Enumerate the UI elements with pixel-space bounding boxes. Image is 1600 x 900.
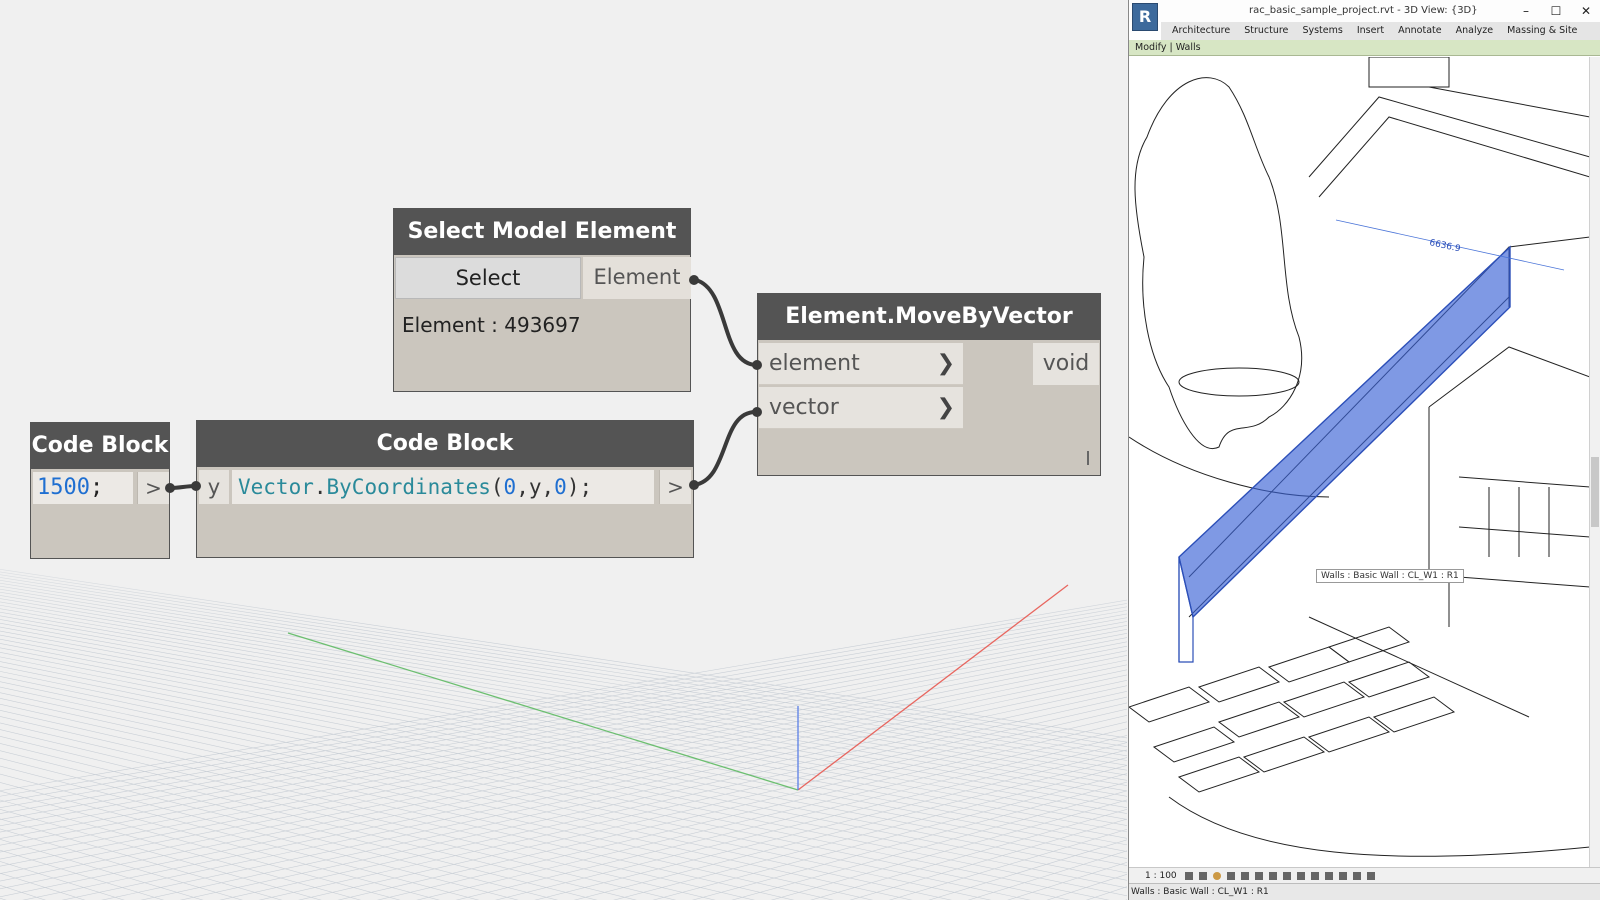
title-bar: rac_basic_sample_project.rvt - 3D View: … (1129, 0, 1600, 22)
tab-structure[interactable]: Structure (1244, 25, 1288, 36)
view-control-bar: 1 : 100 (1129, 867, 1600, 883)
tree-base (1178, 367, 1300, 397)
bench-group (1129, 626, 1456, 793)
context-tab-modify-walls[interactable]: Modify | Walls (1129, 40, 1600, 56)
revit-logo-icon[interactable]: R (1132, 3, 1158, 31)
tab-systems[interactable]: Systems (1302, 25, 1342, 36)
minimize-button[interactable]: – (1511, 0, 1541, 22)
window-title: rac_basic_sample_project.rvt - 3D View: … (1249, 5, 1478, 16)
close-button[interactable]: ✕ (1571, 0, 1600, 22)
vertical-scrollbar[interactable] (1589, 57, 1600, 867)
tab-insert[interactable]: Insert (1357, 25, 1384, 36)
tab-architecture[interactable]: Architecture (1172, 25, 1230, 36)
port-connectors (165, 275, 762, 493)
element-tooltip: Walls : Basic Wall : CL_W1 : R1 (1316, 569, 1464, 583)
tab-analyze[interactable]: Analyze (1456, 25, 1493, 36)
view-control-icons[interactable] (1185, 871, 1395, 881)
maximize-button[interactable]: ☐ (1541, 0, 1571, 22)
revit-window[interactable]: rac_basic_sample_project.rvt - 3D View: … (1128, 0, 1600, 900)
tab-annotate[interactable]: Annotate (1398, 25, 1441, 36)
tab-massing-site[interactable]: Massing & Site (1507, 25, 1577, 36)
view-scale[interactable]: 1 : 100 (1145, 868, 1177, 884)
dimension-label: 6636.9 (1428, 238, 1461, 254)
status-bar: Walls : Basic Wall : CL_W1 : R1 (1129, 883, 1600, 900)
scrollbar-thumb[interactable] (1591, 457, 1599, 527)
building-model-drawing: 6636.9 (1129, 56, 1591, 857)
3d-view-viewport[interactable]: 6636.9 Walls : Basic Wall : CL_W1 : R1 (1129, 56, 1591, 867)
ribbon-tabs: Architecture Structure Systems Insert An… (1161, 22, 1600, 40)
dynamo-workspace[interactable]: Select Model Element Select Element Elem… (0, 0, 1127, 900)
